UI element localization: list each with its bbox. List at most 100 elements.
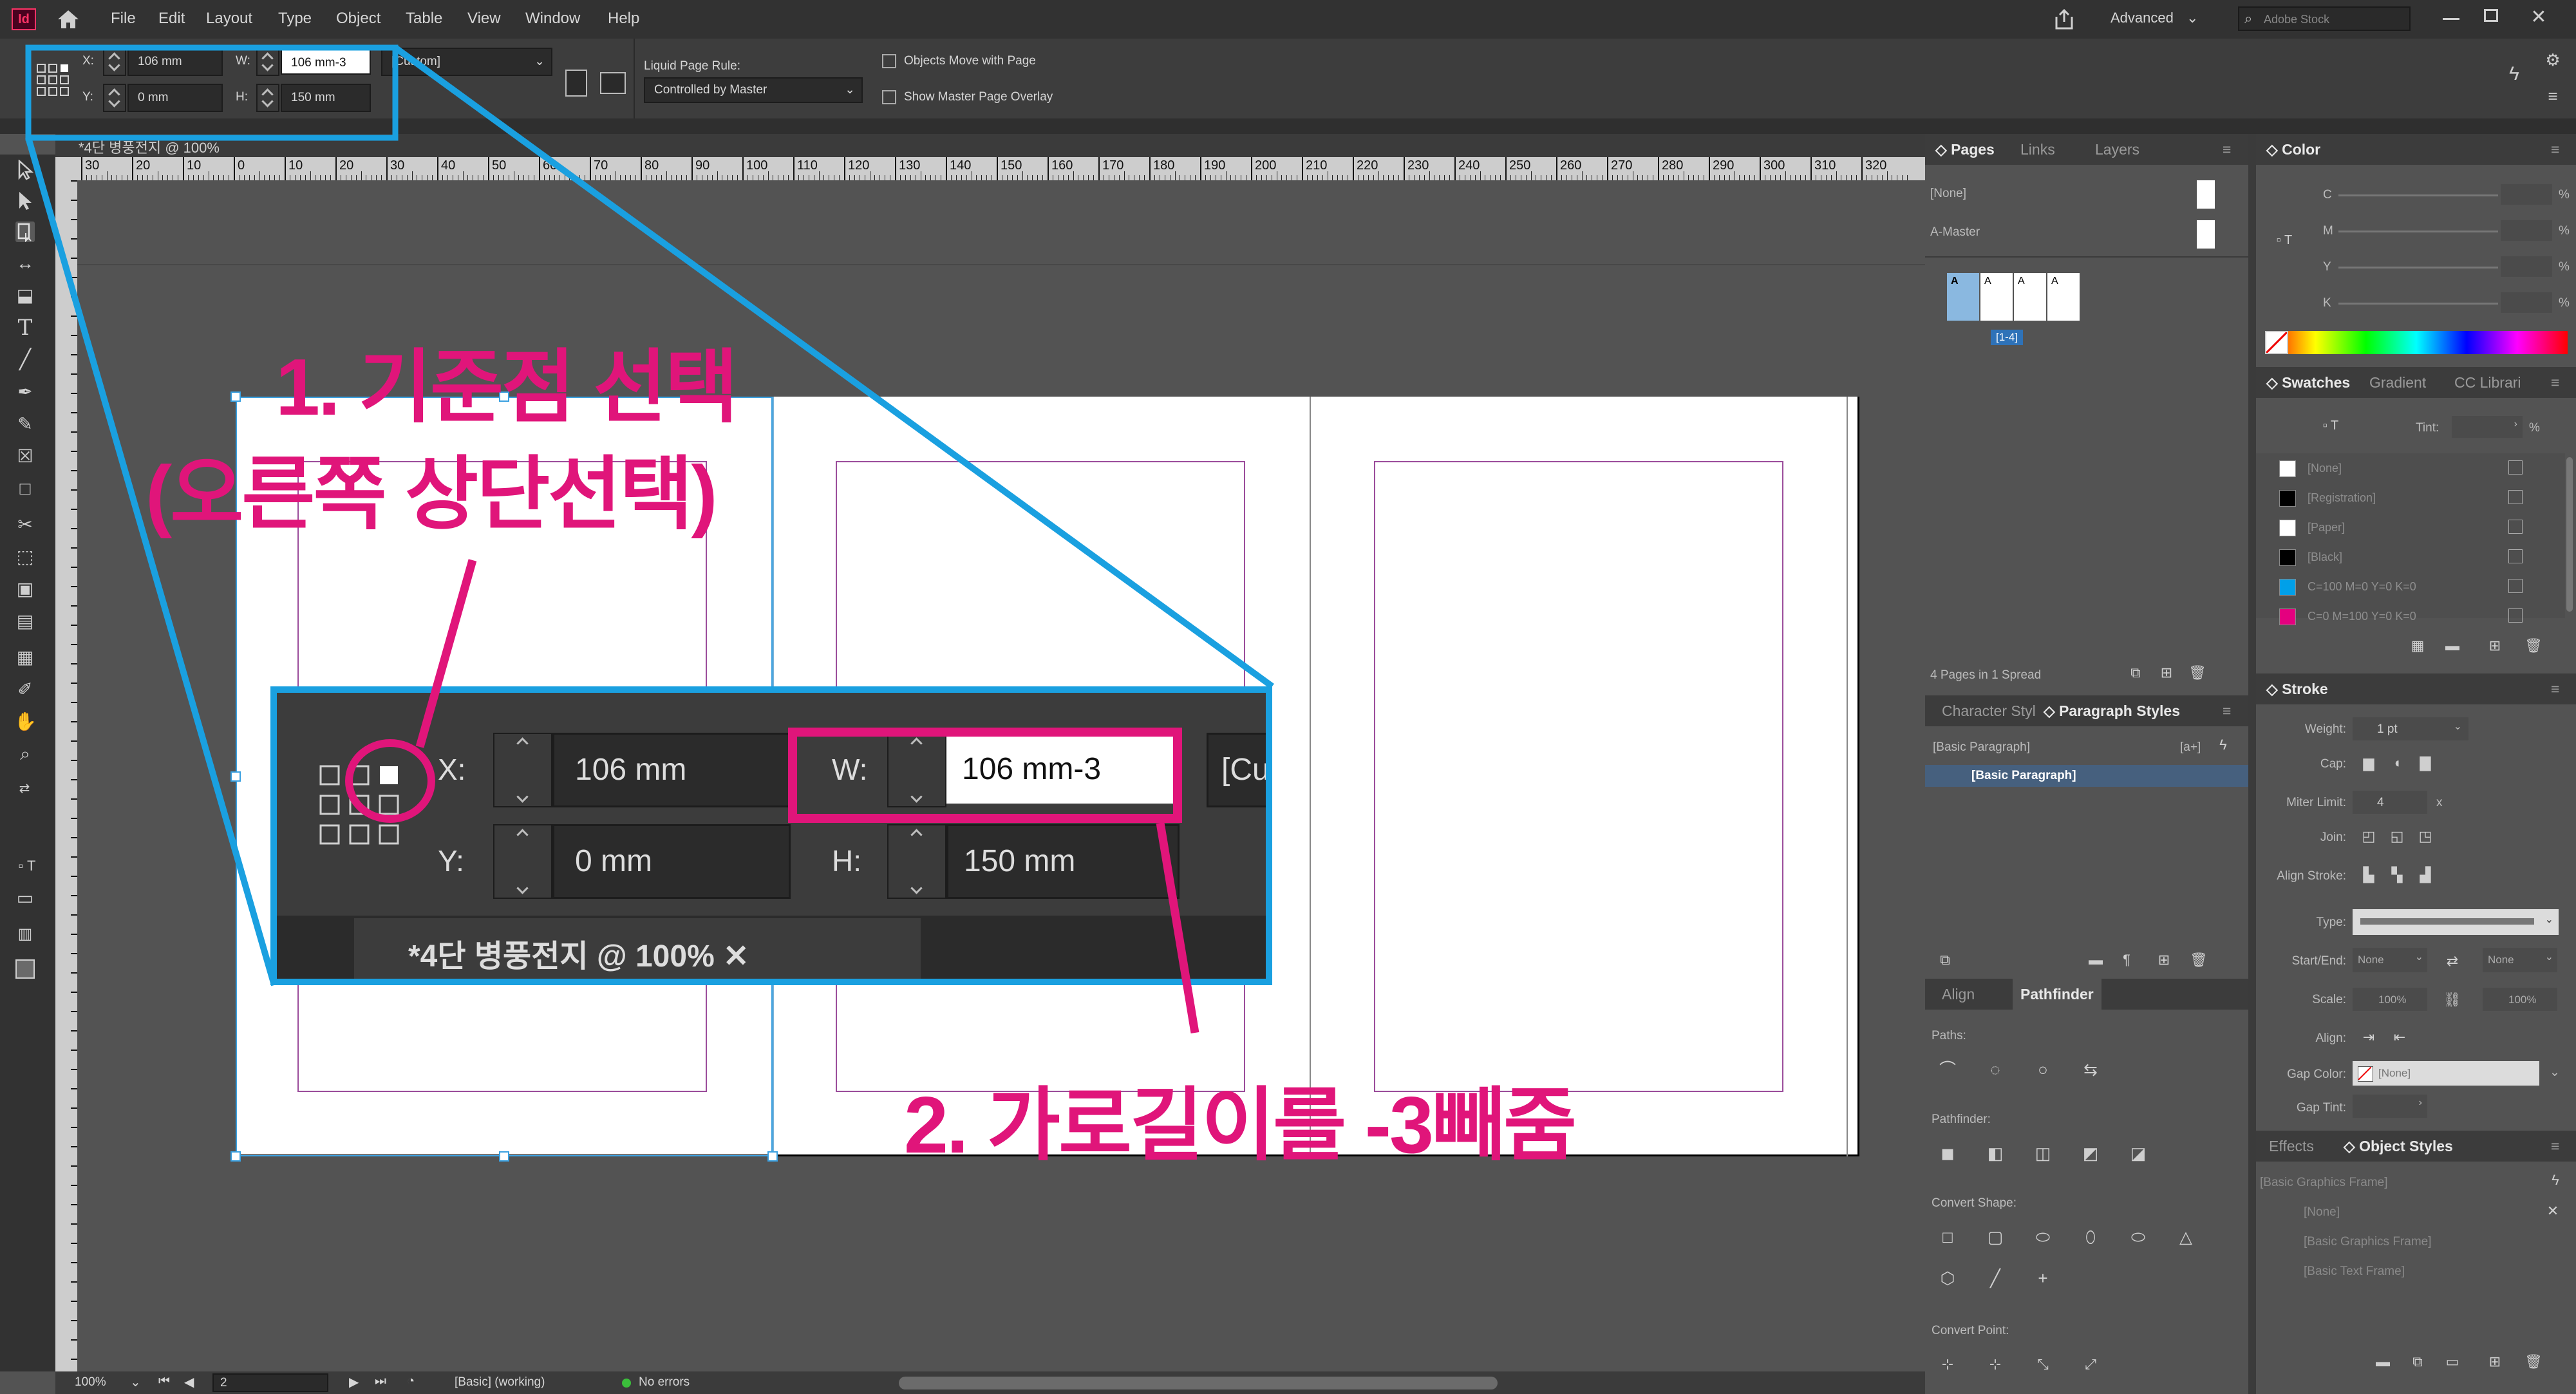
swatch-row[interactable]: [Registration] xyxy=(2256,483,2565,513)
tab-stroke[interactable]: ◇ Stroke xyxy=(2266,673,2328,704)
page-size-icon[interactable]: ⧉ xyxy=(2126,663,2145,683)
fill-indicator-icon[interactable]: ▫ T xyxy=(2311,416,2350,435)
tab-character-styles[interactable]: Character Styl xyxy=(1942,695,2036,726)
first-page-icon[interactable]: ⏮ xyxy=(158,1374,170,1389)
swatch-row[interactable]: C=100 M=0 Y=0 K=0 xyxy=(2256,572,2565,601)
page-thumb[interactable]: A xyxy=(1980,273,2013,321)
object-style-item[interactable]: [Basic Graphics Frame] xyxy=(2304,1235,2432,1249)
zoom-level[interactable]: 100% xyxy=(75,1375,106,1389)
symmetrical-point-icon[interactable]: ⤢ xyxy=(2080,1355,2101,1374)
polygon-icon[interactable]: ⬡ xyxy=(1937,1268,1959,1288)
inverse-rounded-icon[interactable]: ⬯ xyxy=(2080,1227,2101,1247)
delete-style-icon[interactable]: 🗑 xyxy=(2189,950,2208,970)
new-style-icon[interactable]: ⊞ xyxy=(2485,1352,2505,1371)
rounded-rectangle-icon[interactable]: ▢ xyxy=(1984,1227,2006,1247)
zoom-dropdown-chevron-icon[interactable]: ⌄ xyxy=(130,1374,141,1390)
clear-non-style-icon[interactable]: ▭ xyxy=(2443,1352,2462,1371)
clear-overrides-icon[interactable]: ⧉ xyxy=(2408,1352,2427,1371)
c-field[interactable] xyxy=(2501,184,2552,205)
swap-start-end-icon[interactable]: ⇄ xyxy=(2443,952,2462,971)
swatch-scrollbar[interactable] xyxy=(2566,457,2573,612)
delete-page-icon[interactable]: 🗑 xyxy=(2188,663,2207,683)
preflight-profile[interactable]: [Basic] (working) xyxy=(455,1375,545,1389)
add-shape-icon[interactable]: ◼ xyxy=(1937,1144,1959,1163)
previous-page-icon[interactable]: ◀ xyxy=(184,1374,194,1390)
new-group-icon[interactable]: ▬ xyxy=(2373,1352,2393,1371)
place-tip-icon[interactable]: ⇤ xyxy=(2390,1028,2409,1047)
bevel-rectangle-icon[interactable]: ⬭ xyxy=(2032,1227,2054,1247)
new-color-group-icon[interactable]: ▬ xyxy=(2443,636,2462,655)
y-field[interactable] xyxy=(2501,256,2552,277)
delete-swatch-icon[interactable]: 🗑 xyxy=(2524,636,2543,655)
object-style-item[interactable]: [Basic Text Frame] xyxy=(2304,1265,2405,1279)
reverse-path-icon[interactable]: ⇆ xyxy=(2080,1060,2101,1079)
fill-stroke-indicator-icon[interactable]: ▫ T xyxy=(2265,231,2304,250)
weight-field[interactable]: 1 pt ⌄ xyxy=(2353,717,2468,740)
page-thumb[interactable]: A xyxy=(2047,273,2080,321)
open-path-icon[interactable]: ◌ xyxy=(1984,1060,2006,1079)
open-page-icon[interactable]: ◔ xyxy=(407,1374,415,1389)
c-slider[interactable] xyxy=(2338,194,2498,196)
object-style-item[interactable]: [Basic Graphics Frame] xyxy=(2260,1176,2388,1190)
butt-cap-icon[interactable]: ▆ xyxy=(2359,753,2378,773)
intersect-shape-icon[interactable]: ◫ xyxy=(2032,1144,2054,1163)
tab-color[interactable]: ◇ Color xyxy=(2266,134,2320,165)
link-scale-icon[interactable]: ⛓ xyxy=(2443,990,2462,1010)
end-dropdown[interactable]: None ⌄ xyxy=(2483,948,2557,972)
style-basic-paragraph-header[interactable]: [Basic Paragraph] xyxy=(1933,740,2030,755)
panel-menu-icon[interactable]: ≡ xyxy=(2223,134,2231,165)
master-a[interactable]: A-Master xyxy=(1930,225,1980,240)
swatch-row[interactable]: C=0 M=100 Y=0 K=0 xyxy=(2256,601,2565,631)
object-style-item[interactable]: [None] xyxy=(2304,1205,2340,1220)
exclude-overlap-icon[interactable]: ◩ xyxy=(2080,1144,2101,1163)
chevron-down-icon[interactable]: ⌄ xyxy=(2550,1065,2560,1080)
round-cap-icon[interactable]: ◖ xyxy=(2387,753,2407,773)
orthogonal-line-icon[interactable]: + xyxy=(2032,1268,2054,1288)
new-swatch-icon[interactable]: ⊞ xyxy=(2485,636,2505,655)
lightning-icon[interactable]: ϟ xyxy=(2546,1171,2565,1190)
lightning-icon[interactable]: ϟ xyxy=(2214,735,2233,755)
panel-menu-icon[interactable]: ≡ xyxy=(2551,134,2559,165)
tab-align[interactable]: Align xyxy=(1942,979,1975,1010)
color-spectrum[interactable] xyxy=(2265,331,2568,354)
tab-object-styles[interactable]: ◇ Object Styles xyxy=(2344,1131,2453,1162)
delete-style-icon[interactable]: 🗑 xyxy=(2524,1352,2543,1371)
tab-paragraph-styles[interactable]: ◇ Paragraph Styles xyxy=(2044,695,2180,726)
ellipse-icon[interactable]: ⬭ xyxy=(2127,1227,2149,1247)
clear-override-icon[interactable]: ✕ xyxy=(2543,1201,2562,1221)
close-path-icon[interactable]: ○ xyxy=(2032,1060,2054,1079)
load-styles-icon[interactable]: ⧉ xyxy=(1935,950,1955,970)
join-path-icon[interactable]: ⌒ xyxy=(1937,1060,1959,1079)
page-number-field[interactable]: 2 xyxy=(212,1373,328,1392)
bevel-join-icon[interactable]: ◳ xyxy=(2416,827,2435,846)
style-override-badge[interactable]: [a+] xyxy=(2180,740,2201,755)
minus-back-icon[interactable]: ◪ xyxy=(2127,1144,2149,1163)
gap-tint-field[interactable]: › xyxy=(2353,1095,2427,1118)
page-thumb[interactable]: A xyxy=(2014,273,2046,321)
m-slider[interactable] xyxy=(2338,231,2498,232)
horizontal-scrollbar[interactable] xyxy=(899,1377,1498,1389)
none-color-icon[interactable] xyxy=(2265,331,2288,354)
gap-color-dropdown[interactable]: [None] xyxy=(2353,1061,2539,1086)
master-none[interactable]: [None] xyxy=(1930,187,1966,201)
scale-end-field[interactable]: 100% xyxy=(2483,988,2557,1011)
align-inside-icon[interactable]: ▚ xyxy=(2387,865,2407,885)
swatch-row[interactable]: [Black] xyxy=(2256,542,2565,572)
align-outside-icon[interactable]: ▟ xyxy=(2416,865,2435,885)
tab-swatches[interactable]: ◇ Swatches xyxy=(2266,367,2350,398)
scale-start-field[interactable]: 100% xyxy=(2353,988,2427,1011)
align-center-icon[interactable]: ▙ xyxy=(2359,865,2378,885)
stroke-type-dropdown[interactable]: ⌄ xyxy=(2353,909,2559,935)
miter-field[interactable]: 4 xyxy=(2353,791,2427,814)
tab-pathfinder[interactable]: Pathfinder xyxy=(2013,979,2101,1010)
triangle-icon[interactable]: △ xyxy=(2175,1227,2197,1247)
extend-tip-icon[interactable]: ⇥ xyxy=(2359,1028,2378,1047)
y-slider[interactable] xyxy=(2338,267,2498,268)
tab-gradient[interactable]: Gradient xyxy=(2369,367,2426,398)
projecting-cap-icon[interactable]: ▇ xyxy=(2416,753,2435,773)
spread-thumbnail[interactable]: A A A A xyxy=(1947,273,2081,321)
k-slider[interactable] xyxy=(2338,303,2498,305)
tab-pages[interactable]: ◇ Pages xyxy=(1935,134,1995,165)
smooth-point-icon[interactable]: ⤡ xyxy=(2032,1355,2054,1374)
show-all-swatches-icon[interactable]: ▦ xyxy=(2408,636,2427,655)
